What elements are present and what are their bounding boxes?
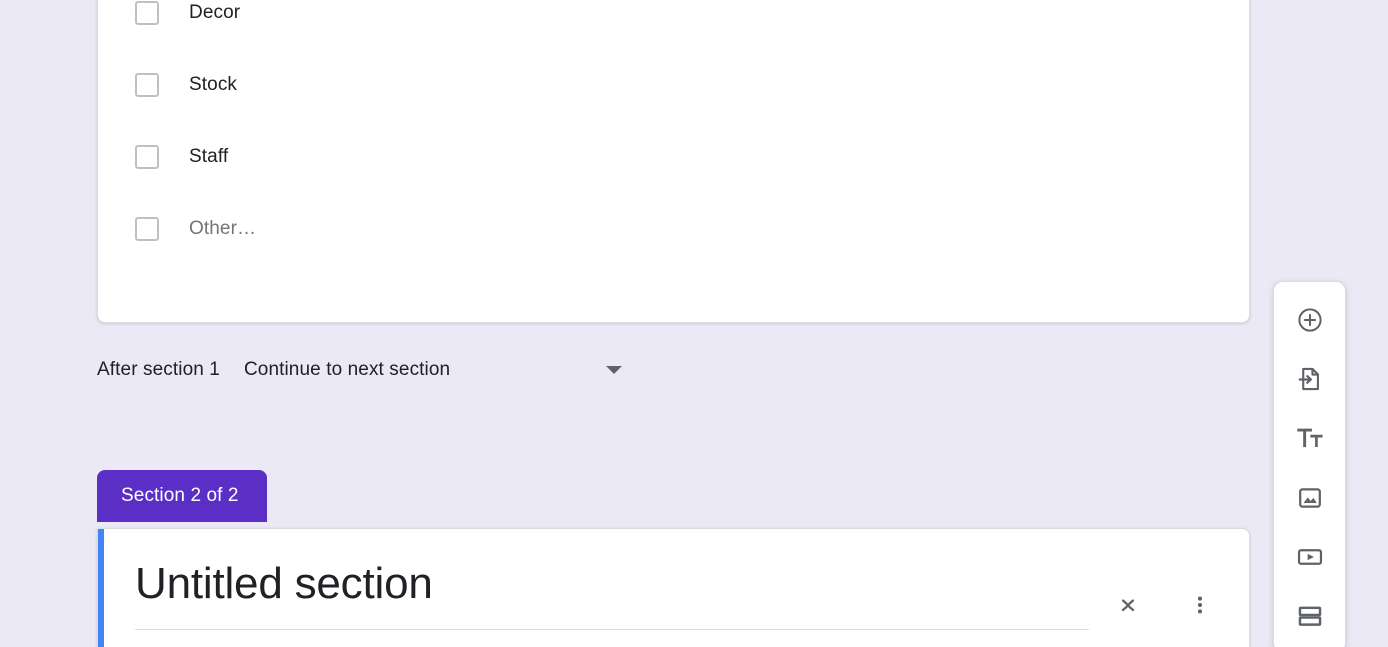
go-to-section-select[interactable]: Continue to next section [244,359,630,381]
checkbox-option-label-other[interactable]: Other… [189,217,256,241]
import-questions-icon [1298,367,1319,391]
checkbox-option-list: Decor Stock Staff Other… [135,1,1135,289]
checkbox-option-row[interactable]: Staff [135,145,1135,169]
checkbox-icon[interactable] [135,145,159,169]
after-section-label: After section 1 [97,359,220,380]
checkbox-option-row[interactable]: Stock [135,73,1135,97]
section-2-tab[interactable]: Section 2 of 2 [97,470,267,522]
checkbox-icon[interactable] [135,1,159,25]
checkbox-option-row-other[interactable]: Other… [135,217,1135,241]
import-questions-button[interactable] [1286,355,1334,402]
add-video-button[interactable] [1286,533,1334,580]
section-selected-accent-bar [98,529,104,647]
add-image-button[interactable] [1286,474,1334,521]
checkbox-option-label[interactable]: Stock [189,73,237,97]
checkbox-icon[interactable] [135,73,159,97]
checkbox-icon[interactable] [135,217,159,241]
section-2-tab-label: Section 2 of 2 [121,485,239,506]
title-text-icon [1296,428,1323,448]
section-2-card[interactable]: Untitled section [97,528,1250,647]
more-vert-icon [1197,596,1203,614]
add-section-button[interactable] [1286,593,1334,640]
checkbox-option-label[interactable]: Staff [189,145,228,169]
section-header-actions [1108,585,1220,625]
after-section-navigation-row: After section 1 Continue to next section [97,355,1250,385]
add-title-description-button[interactable] [1286,415,1334,462]
section-1-question-card: Decor Stock Staff Other… [97,0,1250,323]
video-icon [1297,549,1322,565]
section-title-underline [135,629,1089,630]
image-icon [1298,487,1321,508]
add-circle-icon [1297,308,1322,332]
add-question-button[interactable] [1286,296,1334,343]
checkbox-option-label[interactable]: Decor [189,1,240,25]
form-editor-side-toolbar [1273,281,1346,647]
caret-down-icon [605,366,622,374]
add-section-icon [1298,606,1321,627]
collapse-section-button[interactable] [1108,585,1148,625]
section-title-input[interactable]: Untitled section [135,557,433,611]
collapse-expand-icon [1121,599,1135,612]
checkbox-option-row[interactable]: Decor [135,1,1135,25]
section-more-options-button[interactable] [1180,585,1220,625]
go-to-section-selected-value: Continue to next section [243,359,451,380]
